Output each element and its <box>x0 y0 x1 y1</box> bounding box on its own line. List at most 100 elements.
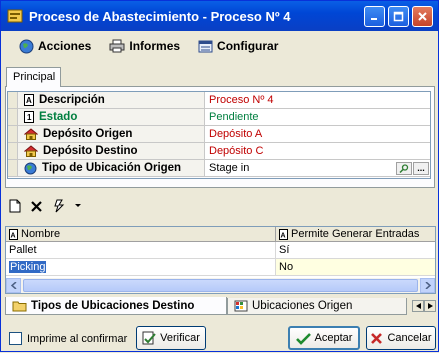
imprime-checkbox-label[interactable]: Imprime al confirmar <box>27 333 127 345</box>
row-gutter <box>8 126 18 142</box>
verificar-button[interactable]: Verificar <box>136 326 206 350</box>
text-field-icon: A <box>279 228 288 240</box>
cancelar-button[interactable]: Cancelar <box>366 326 436 350</box>
app-icon <box>7 8 23 24</box>
column-header-nombre[interactable]: A Nombre <box>6 227 276 241</box>
minimize-icon <box>371 17 377 20</box>
row-gutter <box>8 160 18 176</box>
new-button[interactable] <box>9 199 21 213</box>
menu-acciones-label: Acciones <box>38 39 92 53</box>
prop-row-descripcion[interactable]: A Descripción Proceso Nº 4 <box>8 92 430 109</box>
row-gutter <box>8 109 18 125</box>
footer-bar: Imprime al confirmar Verificar Aceptar C… <box>1 323 438 353</box>
tab-scroll-left[interactable] <box>412 300 424 312</box>
menu-bar: Acciones Informes Configurar <box>1 33 438 59</box>
prop-label: Depósito Destino <box>18 143 205 159</box>
cell-permite[interactable]: No <box>276 259 435 275</box>
filter-button[interactable] <box>52 199 66 213</box>
prop-label: Depósito Origen <box>18 126 205 142</box>
check-document-icon <box>142 331 156 345</box>
tab-tipos-ubicaciones-destino[interactable]: Tipos de Ubicaciones Destino <box>5 297 227 315</box>
row-gutter <box>8 92 18 108</box>
property-grid: A Descripción Proceso Nº 4 1 Estado Pend… <box>7 91 431 179</box>
maximize-button[interactable] <box>388 5 409 27</box>
horizontal-scrollbar[interactable] <box>6 278 435 293</box>
prop-label-text: Descripción <box>39 94 105 106</box>
tab-label: Tipos de Ubicaciones Destino <box>31 299 195 312</box>
cell-nombre[interactable]: Pallet <box>6 242 276 258</box>
printer-icon <box>109 39 125 53</box>
menu-configurar[interactable]: Configurar <box>198 39 278 53</box>
table-row[interactable]: Pallet Sí <box>6 242 435 259</box>
globe-icon <box>24 162 37 174</box>
delete-button[interactable] <box>30 200 43 213</box>
table-row[interactable]: Picking No <box>6 259 435 276</box>
filter-dropdown-button[interactable] <box>75 204 81 208</box>
prop-row-estado[interactable]: 1 Estado Pendiente <box>8 109 430 126</box>
prop-value[interactable]: Depósito C <box>205 143 430 159</box>
svg-text:A: A <box>281 232 286 239</box>
close-button[interactable] <box>412 5 433 27</box>
cancel-x-icon <box>371 332 383 344</box>
scroll-thumb[interactable] <box>23 279 418 292</box>
prop-value[interactable]: Proceso Nº 4 <box>205 92 430 108</box>
bottom-tabs: Tipos de Ubicaciones Destino Ubicaciones… <box>5 297 436 315</box>
prop-value[interactable]: Pendiente <box>205 109 430 125</box>
number-field-icon: 1 <box>24 111 34 123</box>
new-document-icon <box>9 199 21 213</box>
cancelar-label: Cancelar <box>387 332 432 344</box>
cell-permite[interactable]: Sí <box>276 242 435 258</box>
aceptar-button[interactable]: Aceptar <box>288 326 360 350</box>
menu-configurar-label: Configurar <box>217 39 279 53</box>
svg-text:A: A <box>26 96 32 105</box>
prop-label: A Descripción <box>18 92 205 108</box>
selected-cell-text[interactable]: Picking <box>9 261 47 273</box>
search-lookup-button[interactable] <box>396 161 412 175</box>
close-icon <box>418 11 427 21</box>
aceptar-label: Aceptar <box>314 332 353 344</box>
row-gutter <box>8 143 18 159</box>
tab-scroll-right[interactable] <box>424 300 436 312</box>
text-field-icon: A <box>24 94 34 106</box>
magnifier-icon <box>399 163 409 173</box>
tab-label: Ubicaciones Origen <box>252 300 353 312</box>
grid-header: A Nombre A Permite Generar Entradas <box>6 227 435 242</box>
grid-locations-icon <box>234 300 248 312</box>
column-header-label: Permite Generar Entradas <box>291 228 420 240</box>
app-window: Proceso de Abastecimiento - Proceso Nº 4… <box>0 0 439 352</box>
prop-row-deposito-origen[interactable]: Depósito Origen Depósito A <box>8 126 430 143</box>
settings-list-icon <box>198 40 213 52</box>
menu-informes-label: Informes <box>129 39 181 53</box>
prop-label: Tipo de Ubicación Origen <box>18 160 205 176</box>
folder-icon <box>12 301 27 311</box>
prop-row-deposito-destino[interactable]: Depósito Destino Depósito C <box>8 143 430 160</box>
scroll-left-button[interactable] <box>6 278 21 293</box>
scroll-right-button[interactable] <box>420 278 435 293</box>
title-bar[interactable]: Proceso de Abastecimiento - Proceso Nº 4 <box>1 1 438 31</box>
verificar-label: Verificar <box>160 332 200 344</box>
prop-label-text: Tipo de Ubicación Origen <box>42 162 182 174</box>
ellipsis-button[interactable]: ... <box>413 161 429 175</box>
menu-acciones[interactable]: Acciones <box>19 39 91 54</box>
prop-value-cell[interactable]: Stage in ... <box>205 160 430 176</box>
grid-toolbar <box>9 199 90 213</box>
delete-x-icon <box>31 200 42 212</box>
prop-value[interactable]: Depósito A <box>205 126 430 142</box>
chevron-down-icon <box>75 204 81 207</box>
chevron-left-icon <box>10 282 16 289</box>
tab-principal[interactable]: Principal <box>6 67 61 87</box>
menu-informes[interactable]: Informes <box>109 39 180 53</box>
warehouse-icon <box>24 128 38 140</box>
triangle-left-icon <box>415 303 421 309</box>
column-header-permite[interactable]: A Permite Generar Entradas <box>276 227 435 241</box>
maximize-icon <box>393 11 404 21</box>
svg-text:1: 1 <box>27 113 32 122</box>
text-field-icon: A <box>9 228 18 240</box>
prop-row-tipo-ubicacion-origen[interactable]: Tipo de Ubicación Origen Stage in ... <box>8 160 430 177</box>
cell-nombre[interactable]: Picking <box>6 259 276 275</box>
globe-icon <box>19 39 34 53</box>
tab-ubicaciones-origen[interactable]: Ubicaciones Origen <box>227 298 407 315</box>
imprime-checkbox[interactable] <box>9 332 22 345</box>
minimize-button[interactable] <box>364 5 385 27</box>
tab-scroll-arrows <box>412 300 436 312</box>
